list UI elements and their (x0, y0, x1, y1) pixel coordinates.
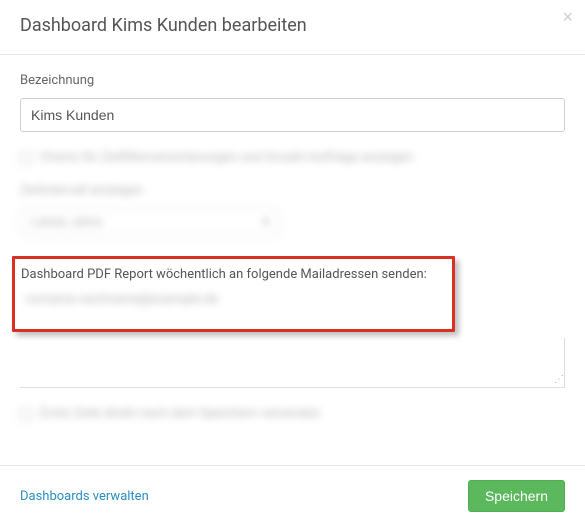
blurred-email-value: vorname.nachname@example.de (21, 292, 446, 307)
blurred-option-2: Erste Zeile direkt nach dem Speichern ve… (20, 406, 565, 421)
pdf-report-label: Dashboard PDF Report wöchentlich an folg… (21, 267, 446, 282)
name-label: Bezeichnung (20, 73, 565, 88)
blurred-option-1: Charts für Zeitfilterversicherungen und … (20, 150, 565, 236)
modal-body: Bezeichnung Charts für Zeitfilterversich… (0, 55, 585, 431)
manage-dashboards-link[interactable]: Dashboards verwalten (20, 489, 149, 504)
close-icon[interactable]: × (562, 8, 573, 26)
save-button[interactable]: Speichern (468, 480, 565, 512)
pdf-report-highlight: Dashboard PDF Report wöchentlich an folg… (12, 256, 455, 332)
resize-handle-icon[interactable]: ⋰ (554, 377, 562, 385)
modal-footer: Dashboards verwalten Speichern (0, 465, 585, 526)
name-input[interactable] (20, 98, 565, 132)
modal-header: Dashboard Kims Kunden bearbeiten × (0, 0, 585, 55)
email-textarea-area[interactable]: ⋰ (20, 338, 565, 388)
modal-title: Dashboard Kims Kunden bearbeiten (20, 15, 565, 36)
